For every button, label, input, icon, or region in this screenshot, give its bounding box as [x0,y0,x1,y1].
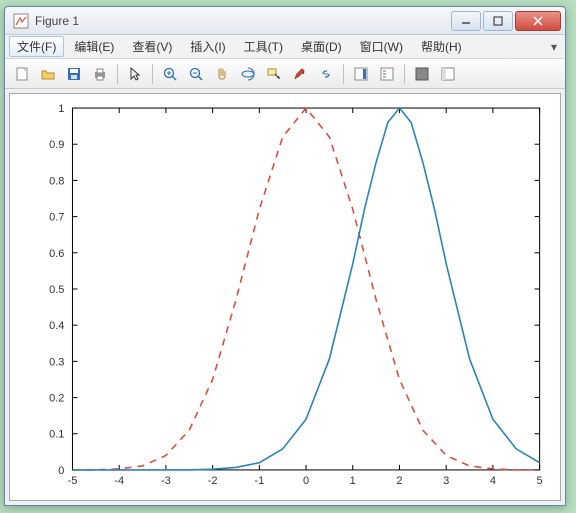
close-button[interactable] [515,11,561,31]
axes[interactable]: -5 -4 -3 -2 -1 0 1 2 3 4 5 0 0.1 0.2 0.3 0.4 0.5 0.6 0.7 0.… [9,93,561,501]
ytick-label: 0.4 [49,320,64,332]
toolbar-separator [117,64,118,84]
xtick-label: 0 [303,475,309,487]
titlebar[interactable]: Figure 1 [5,7,565,35]
ytick-label: 0.9 [49,139,64,151]
rotate3d-icon[interactable] [237,63,259,85]
menu-window[interactable]: 窗口(W) [352,36,411,57]
pointer-icon[interactable] [124,63,146,85]
colorbar-icon[interactable] [350,63,372,85]
xtick-label: -2 [208,475,218,487]
chart-svg: -5 -4 -3 -2 -1 0 1 2 3 4 5 0 0.1 0.2 0.3 0.4 0.5 0.6 0.7 0.… [10,94,560,500]
ytick-label: 0.3 [49,356,64,368]
menu-overflow-chevron-icon[interactable]: ▾ [547,40,561,54]
toolbar-separator [404,64,405,84]
maximize-button[interactable] [483,11,513,31]
save-icon[interactable] [63,63,85,85]
toolbar-separator [152,64,153,84]
ytick-label: 0.2 [49,393,64,405]
zoom-out-icon[interactable] [185,63,207,85]
menu-help[interactable]: 帮助(H) [413,36,470,57]
xtick-label: -4 [114,475,124,487]
matlab-figure-icon [13,13,29,29]
menu-insert[interactable]: 插入(I) [182,36,233,57]
menu-desktop[interactable]: 桌面(D) [293,36,350,57]
new-file-icon[interactable] [11,63,33,85]
xtick-label: 4 [490,475,496,487]
window-controls [449,11,561,31]
ytick-label: 0.7 [49,212,64,224]
hide-plot-tools-icon[interactable] [411,63,433,85]
ytick-label: 0.6 [49,248,64,260]
ytick-label: 1 [58,103,64,115]
xtick-label: 5 [537,475,543,487]
menu-view[interactable]: 查看(V) [124,36,180,57]
xtick-label: 3 [443,475,449,487]
ytick-label: 0.5 [49,284,64,296]
toolbar-separator [343,64,344,84]
xtick-label: -3 [161,475,171,487]
xtick-label: 2 [396,475,402,487]
brush-icon[interactable] [289,63,311,85]
pan-icon[interactable] [211,63,233,85]
show-plot-tools-icon[interactable] [437,63,459,85]
xtick-label: 1 [350,475,356,487]
ytick-label: 0.1 [49,429,64,441]
link-icon[interactable] [315,63,337,85]
print-icon[interactable] [89,63,111,85]
minimize-button[interactable] [451,11,481,31]
zoom-in-icon[interactable] [159,63,181,85]
toolbar [5,59,565,89]
ytick-label: 0 [58,465,64,477]
xtick-label: -5 [68,475,78,487]
data-cursor-icon[interactable] [263,63,285,85]
xtick-label: -1 [254,475,264,487]
menu-edit[interactable]: 编辑(E) [66,36,122,57]
figure-window: Figure 1 文件(F) 编辑(E) 查看(V) 插入(I) 工具(T) 桌… [4,6,566,506]
menu-tools[interactable]: 工具(T) [236,36,291,57]
open-folder-icon[interactable] [37,63,59,85]
ytick-label: 0.8 [49,175,64,187]
legend-icon[interactable] [376,63,398,85]
window-title: Figure 1 [35,14,449,28]
menubar: 文件(F) 编辑(E) 查看(V) 插入(I) 工具(T) 桌面(D) 窗口(W… [5,35,565,59]
menu-file[interactable]: 文件(F) [9,36,64,57]
